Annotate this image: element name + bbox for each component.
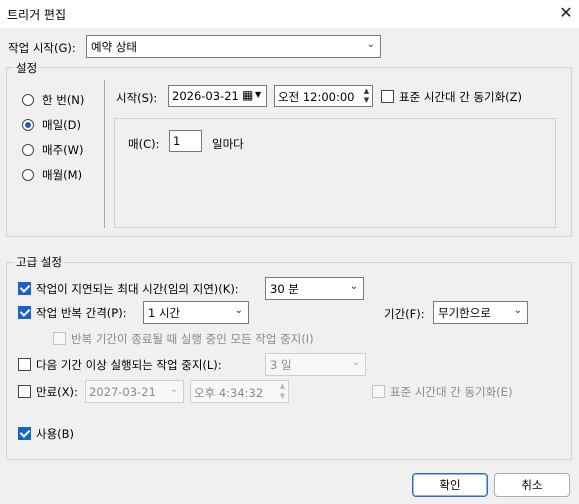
frequency-daily-label: 매일(D) [42,118,81,132]
settings-legend: 설정 [14,60,40,76]
spin-down-icon[interactable]: ▼ [362,96,371,105]
radio-daily[interactable] [22,119,34,131]
duration-select[interactable]: 무기한으로 ⌄ [433,301,528,324]
close-icon[interactable]: ✕ [557,3,575,22]
radio-monthly[interactable] [22,169,34,181]
frequency-once-label: 한 번(N) [42,93,85,107]
stop-longer-value: 3 일 [270,358,292,372]
enabled-label: 사용(B) [36,427,75,441]
window-title: 트리거 편집 [7,8,67,22]
chevron-down-icon: ⌄ [513,305,522,316]
start-task-select[interactable]: 예약 상태 ⌄ [86,35,381,58]
expire-time-value: 오후 4:34:32 [194,386,264,400]
every-suffix: 일마다 [212,137,244,151]
expire-date-value: 2027-03-21 [89,385,156,399]
frequency-weekly-label: 매주(W) [42,143,84,157]
duration-value: 무기한으로 [438,306,491,320]
start-task-value: 예약 상태 [91,40,137,54]
spin-up-icon[interactable]: ▲ [278,382,287,391]
repeat-checkbox[interactable] [18,306,31,319]
repeat-label: 작업 반복 간격(P): [36,306,127,320]
stop-longer-checkbox[interactable] [18,358,31,371]
expire-label: 만료(X): [36,385,78,399]
every-days-value: 1 [173,134,181,148]
delay-checkbox[interactable] [18,282,31,295]
expire-sync-label: 표준 시간대 간 동기화(E) [390,385,513,399]
chevron-down-icon: ▼ [255,90,262,99]
chevron-down-icon: ⌄ [170,384,179,395]
expire-date-picker[interactable]: 2027-03-21 ⌄ [85,380,184,403]
enabled-checkbox[interactable] [18,427,31,440]
sync-tz-label: 표준 시간대 간 동기화(Z) [399,90,523,104]
stop-all-checkbox[interactable] [53,332,66,345]
repeat-select[interactable]: 1 시간 ⌄ [143,301,249,324]
start-time-value: 오전 12:00:00 [278,90,355,104]
delay-select[interactable]: 30 분 ⌄ [265,277,364,300]
ok-button[interactable]: 확인 [412,473,488,497]
chevron-down-icon: ⌄ [234,305,243,316]
vertical-divider [104,80,105,228]
cancel-button[interactable]: 취소 [494,473,570,497]
radio-weekly[interactable] [22,144,34,156]
chevron-down-icon: ⌄ [351,357,360,368]
stop-longer-select[interactable]: 3 일 ⌄ [265,353,366,376]
start-date-value: 2026-03-21 [172,89,239,103]
start-label: 시작(S): [116,91,158,105]
delay-value: 30 분 [270,282,299,296]
every-days-input[interactable]: 1 [169,130,202,152]
duration-label: 기간(F): [384,307,425,321]
spin-up-icon[interactable]: ▲ [362,87,371,96]
advanced-legend: 고급 설정 [14,254,64,270]
calendar-icon[interactable]: ▦ [242,88,253,102]
frequency-monthly-label: 매월(M) [42,168,83,182]
expire-checkbox[interactable] [18,385,31,398]
title-bar [0,0,579,28]
repeat-value: 1 시간 [148,306,181,320]
every-label: 매(C): [128,137,160,151]
chevron-down-icon: ⌄ [349,281,358,292]
stop-longer-label: 다음 기간 이상 실행되는 작업 중지(L): [36,358,222,372]
start-time-field[interactable]: 오전 12:00:00 ▲ ▼ [274,85,373,107]
spin-down-icon[interactable]: ▼ [278,392,287,401]
stop-all-label: 반복 기간이 종료될 때 실행 중인 모든 작업 중지(I) [71,332,314,346]
radio-once[interactable] [22,94,34,106]
expire-sync-checkbox[interactable] [372,385,385,398]
start-task-label: 작업 시작(G): [8,41,76,55]
chevron-down-icon: ⌄ [366,39,375,50]
sync-tz-checkbox[interactable] [381,90,394,103]
start-date-picker[interactable]: 2026-03-21 ▦ ▼ [168,85,267,107]
expire-time-field[interactable]: 오후 4:34:32 ▲ ▼ [190,380,289,403]
delay-label: 작업이 지연되는 최대 시간(임의 지연)(K): [36,282,239,296]
